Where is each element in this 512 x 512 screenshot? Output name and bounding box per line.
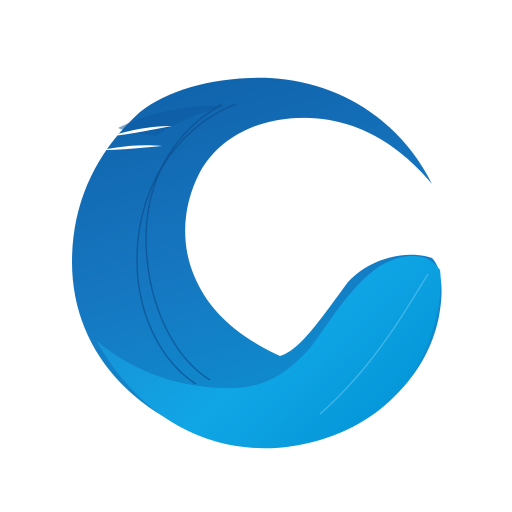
feather-c-logo-icon xyxy=(72,77,442,449)
logo-canvas xyxy=(0,0,512,512)
